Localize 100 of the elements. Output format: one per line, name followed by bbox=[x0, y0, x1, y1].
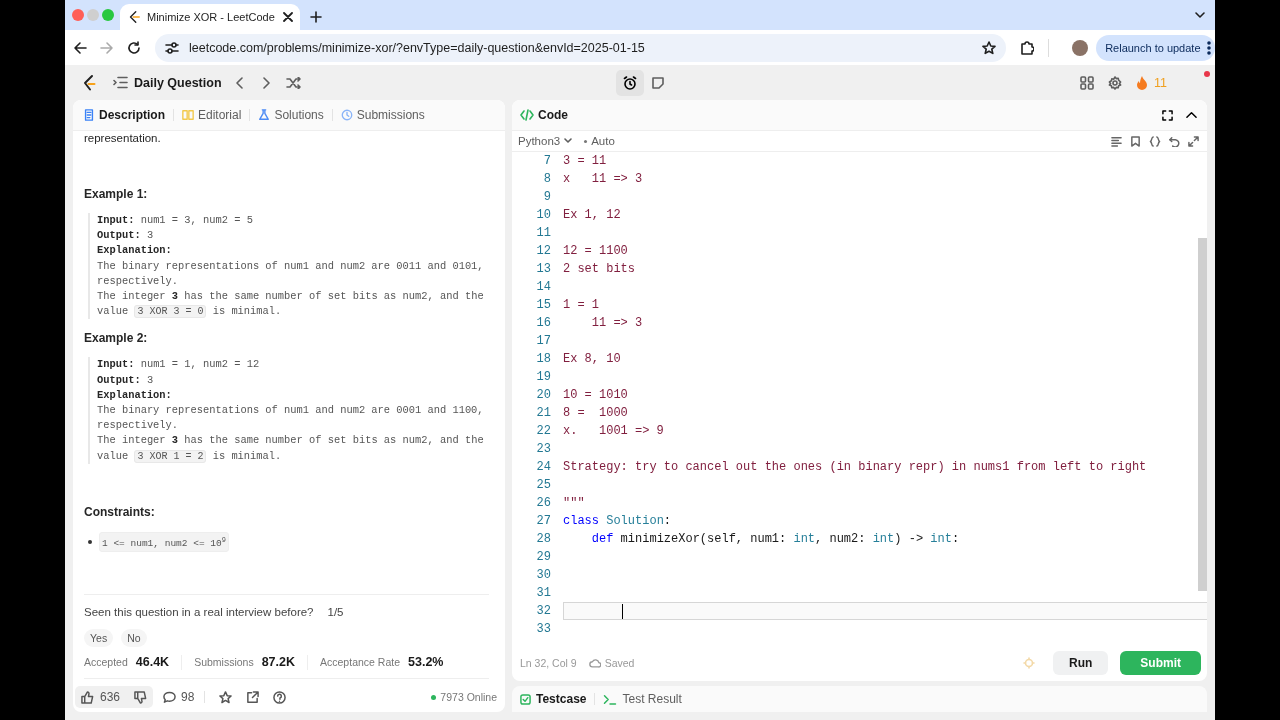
example-line: Output: 3 bbox=[97, 228, 155, 244]
code-line: 3 = 11 bbox=[563, 153, 607, 170]
code-line: 11 => 3 bbox=[590, 315, 643, 332]
example-line: Input: num1 = 3, num2 = 5 bbox=[97, 213, 254, 228]
stat-value: 53.2% bbox=[408, 655, 444, 670]
save-status: Saved bbox=[588, 657, 635, 669]
flask-icon bbox=[258, 109, 271, 121]
autocomplete-mode[interactable]: Auto bbox=[591, 135, 615, 147]
thumbs-up-icon bbox=[81, 690, 94, 704]
timer-button[interactable] bbox=[616, 69, 644, 96]
stat-label: Submissions bbox=[194, 655, 254, 670]
bottom-tab[interactable]: Testcase bbox=[520, 692, 587, 706]
text-cursor bbox=[621, 603, 624, 619]
line-number: 14 bbox=[535, 280, 551, 294]
clock-icon bbox=[340, 109, 353, 121]
line-number: 21 bbox=[535, 406, 551, 420]
previous-icon[interactable] bbox=[235, 76, 244, 89]
bottom-tab[interactable]: Test Result bbox=[603, 692, 682, 706]
note-icon[interactable] bbox=[652, 76, 664, 89]
more-icon[interactable] bbox=[1207, 40, 1211, 55]
line-number: 15 bbox=[535, 298, 551, 312]
explanation-text: The binary representations of num1 and num2 are 0011 and 0101, respectively. bbox=[97, 258, 485, 289]
answer-button[interactable]: Yes bbox=[84, 629, 114, 647]
line-number: 29 bbox=[535, 550, 551, 564]
line-number: 12 bbox=[535, 244, 551, 258]
description-tab[interactable]: Description bbox=[81, 106, 167, 124]
shuffle-icon[interactable] bbox=[285, 76, 301, 89]
code-line: 8 = 1000 bbox=[563, 405, 628, 422]
answer-button[interactable]: No bbox=[121, 629, 147, 647]
scrollbar[interactable] bbox=[1198, 238, 1207, 591]
back-icon[interactable] bbox=[73, 40, 87, 55]
description-text: representation. bbox=[84, 131, 162, 146]
layout-icon[interactable] bbox=[1080, 75, 1094, 90]
settings-icon[interactable] bbox=[1108, 75, 1122, 90]
profile-avatar[interactable] bbox=[1072, 39, 1089, 56]
reload-icon[interactable] bbox=[127, 40, 141, 55]
site-info-icon[interactable] bbox=[165, 40, 179, 55]
description-tab[interactable]: Submissions bbox=[338, 106, 427, 124]
star-icon[interactable] bbox=[982, 40, 997, 55]
notification-dot bbox=[1204, 70, 1210, 77]
run-button[interactable]: Run bbox=[1053, 651, 1109, 675]
description-tab[interactable]: Solutions bbox=[256, 106, 326, 124]
close-icon[interactable] bbox=[283, 12, 293, 22]
code-line: 10 = 1010 bbox=[563, 387, 628, 404]
help-icon[interactable] bbox=[273, 690, 287, 704]
format-icon[interactable] bbox=[1111, 135, 1122, 147]
constraints-heading: Constraints: bbox=[84, 504, 156, 519]
fullscreen-icon[interactable] bbox=[1162, 109, 1173, 121]
code-line: x. 1001 => 9 bbox=[563, 423, 664, 440]
like-button[interactable]: 636 bbox=[75, 686, 154, 708]
example-line: Explanation: bbox=[97, 387, 173, 403]
browser-tab[interactable]: Minimize XOR - LeetCode bbox=[120, 4, 300, 30]
star-icon[interactable] bbox=[219, 690, 233, 704]
comments-button[interactable]: 98 bbox=[163, 690, 195, 704]
stat-value: 87.2K bbox=[261, 655, 296, 670]
address-bar[interactable]: leetcode.com/problems/minimize-xor/?envType=daily-question&envId=2025-01-15 bbox=[155, 33, 1007, 62]
line-number: 32 bbox=[535, 604, 551, 618]
cursor-position: Ln 32, Col 9 bbox=[520, 657, 577, 669]
line-number: 18 bbox=[535, 352, 551, 366]
problem-list-title[interactable]: Daily Question bbox=[134, 75, 222, 90]
extension-icon[interactable] bbox=[1020, 40, 1035, 55]
document-icon bbox=[83, 109, 95, 121]
book-icon bbox=[182, 109, 194, 121]
interview-question: Seen this question in a real interview before? bbox=[84, 605, 314, 620]
relaunch-button[interactable]: Relaunch to update bbox=[1096, 34, 1215, 61]
code-line: 1 = 1 bbox=[563, 297, 599, 314]
line-number: 7 bbox=[542, 154, 551, 168]
page-counter: 1/5 bbox=[327, 605, 344, 620]
braces-icon[interactable] bbox=[1149, 135, 1161, 147]
new-tab-icon[interactable] bbox=[310, 11, 322, 23]
line-number: 9 bbox=[542, 190, 551, 204]
fire-icon bbox=[1136, 75, 1148, 90]
line-number: 25 bbox=[535, 478, 551, 492]
language-dropdown[interactable]: Python3 bbox=[518, 135, 573, 147]
stat-label: Acceptance Rate bbox=[320, 655, 400, 670]
line-number: 30 bbox=[535, 568, 551, 582]
alarm-clock-icon bbox=[623, 75, 637, 90]
tab-list-icon[interactable] bbox=[1194, 9, 1206, 21]
constraint-text: 1 <= num1, num2 <= 10$^{9}$ bbox=[99, 531, 229, 552]
line-number: 33 bbox=[535, 622, 551, 636]
bullet-icon bbox=[88, 539, 92, 544]
example-line: Input: num1 = 1, num2 = 12 bbox=[97, 357, 261, 373]
code-line: Ex 8, 10 bbox=[563, 351, 621, 368]
example-line: Output: 3 bbox=[97, 372, 155, 388]
expand-icon[interactable] bbox=[1188, 135, 1199, 147]
code-line: x 11 => 3 bbox=[563, 171, 643, 188]
collapse-icon[interactable] bbox=[1186, 109, 1197, 121]
description-tab[interactable]: Editorial bbox=[180, 106, 244, 124]
code-line: Strategy: try to cancel out the ones (in binary repr) in nums1 from left to right bbox=[563, 459, 1147, 476]
line-number: 28 bbox=[535, 532, 551, 546]
share-icon[interactable] bbox=[246, 690, 260, 704]
bookmark-icon[interactable] bbox=[1130, 135, 1141, 147]
explanation-text: The binary representations of num1 and num2 are 0001 and 1100, respectively. bbox=[97, 403, 485, 434]
online-count: 7973 Online bbox=[431, 691, 497, 703]
next-icon[interactable] bbox=[261, 76, 270, 89]
problem-list-icon[interactable] bbox=[113, 76, 128, 89]
code-line: def minimizeXor(self, num1: int, num2: int) -> int: bbox=[590, 531, 960, 548]
code-line: class Solution: bbox=[563, 513, 672, 530]
reset-icon[interactable] bbox=[1169, 135, 1180, 147]
line-number: 13 bbox=[535, 262, 551, 276]
